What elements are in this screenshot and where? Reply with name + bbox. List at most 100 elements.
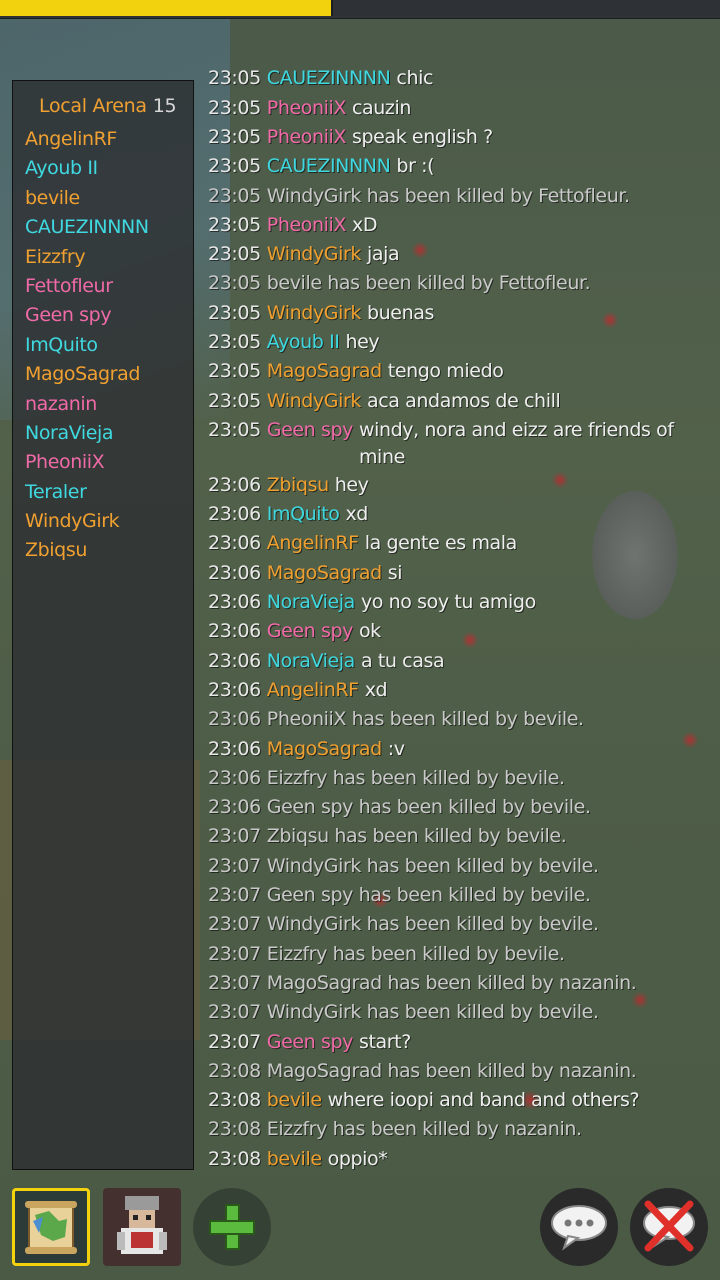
player-list-item[interactable]: CAUEZINNNN [25, 213, 193, 242]
chat-sender-name[interactable]: WindyGirk [267, 299, 362, 328]
chat-sender-name[interactable]: Geen spy [267, 1028, 354, 1057]
chat-message-text: jaja [366, 243, 400, 266]
chat-message-text: Eizzfry has been killed by bevile. [266, 766, 565, 789]
chat-message-text: WindyGirk has been killed by bevile. [266, 854, 599, 877]
chat-message-text: si [387, 561, 403, 584]
chat-system-message: 23:05 WindyGirk has been killed by Fettof… [208, 182, 708, 211]
chat-sender-name[interactable]: Zbiqsu [267, 471, 329, 500]
chat-timestamp: 23:08 [208, 1147, 261, 1170]
chat-sender-name[interactable]: bevile [267, 1145, 322, 1174]
chat-message: 23:06 AngelinRF la gente es mala [208, 529, 708, 558]
chat-timestamp: 23:07 [208, 942, 261, 965]
chat-timestamp: 23:06 [208, 503, 261, 526]
chat-timestamp: 23:05 [208, 213, 261, 236]
character-portrait-icon [117, 1196, 167, 1254]
player-list-item[interactable]: ImQuito [25, 331, 193, 360]
character-button[interactable] [103, 1188, 181, 1266]
chat-sender-name[interactable]: Ayoub II [267, 328, 340, 357]
chat-timestamp: 23:07 [208, 854, 261, 877]
chat-message-text: chic [396, 67, 434, 90]
chat-system-message: 23:07 WindyGirk has been killed by bevile… [208, 852, 708, 881]
chat-message: 23:05 WindyGirk buenas [208, 299, 708, 328]
chat-sender-name[interactable]: CAUEZINNNN [267, 152, 391, 181]
chat-sender-name[interactable]: MagoSagrad [267, 357, 382, 386]
chat-toggle-button[interactable] [540, 1188, 618, 1266]
chat-message: 23:08 bevile where ioopi and band and othe… [208, 1086, 708, 1115]
chat-timestamp: 23:07 [208, 1001, 261, 1024]
top-progress-bar [0, 0, 720, 19]
muted-chat-icon [643, 1200, 695, 1252]
chat-message-text: la gente es mala [364, 532, 518, 555]
player-list-item[interactable]: Geen spy [25, 301, 193, 330]
chat-sender-name[interactable]: bevile [267, 1086, 322, 1115]
chat-timestamp: 23:08 [208, 1118, 261, 1141]
player-list-item[interactable]: Ayoub II [25, 154, 193, 183]
chat-message-text: where ioopi and band and others? [327, 1089, 640, 1112]
player-list-item[interactable]: Fettofleur [25, 272, 193, 301]
chat-sender-name[interactable]: WindyGirk [267, 387, 362, 416]
chat-message: 23:05 WindyGirk aca andamos de chill [208, 387, 708, 416]
chat-message-text: WindyGirk has been killed by bevile. [266, 1001, 599, 1024]
chat-sender-name[interactable]: AngelinRF [267, 529, 359, 558]
player-list-item[interactable]: Teraler [25, 478, 193, 507]
player-list-item[interactable]: PheoniiX [25, 448, 193, 477]
player-list-item[interactable]: bevile [25, 184, 193, 213]
chat-message-text: yo no soy tu amigo [360, 591, 536, 614]
chat-sender-name[interactable]: CAUEZINNNN [267, 66, 391, 94]
chat-message-text: bevile has been killed by Fettofleur. [266, 272, 591, 295]
chat-timestamp: 23:06 [208, 708, 261, 731]
chat-system-message: 23:08 Eizzfry has been killed by nazanin. [208, 1115, 708, 1144]
chat-log[interactable]: 23:05 CAUEZINNNN chic 23:05 PheoniiX cauzin 23… [208, 66, 708, 1174]
chat-message-text: speak english ? [352, 125, 493, 148]
chat-message-text: hey [334, 473, 369, 496]
chat-message-text: Geen spy has been killed by bevile. [266, 796, 591, 819]
chat-message: 23:06 Zbiqsu hey [208, 471, 708, 500]
chat-timestamp: 23:05 [208, 418, 261, 441]
player-list-item[interactable]: AngelinRF [25, 125, 193, 154]
player-list-item[interactable]: NoraVieja [25, 419, 193, 448]
chat-sender-name[interactable]: MagoSagrad [267, 735, 382, 764]
chat-timestamp: 23:05 [208, 360, 261, 383]
chat-message-text: oppio* [327, 1147, 388, 1170]
player-list-item[interactable]: Eizzfry [25, 243, 193, 272]
mute-chat-button[interactable] [630, 1188, 708, 1266]
chat-sender-name[interactable]: NoraVieja [267, 588, 356, 617]
chat-message: 23:06 NoraVieja a tu casa [208, 647, 708, 676]
chat-sender-name[interactable]: Geen spy [267, 416, 354, 471]
chat-message: 23:06 AngelinRF xd [208, 676, 708, 705]
chat-sender-name[interactable]: AngelinRF [267, 676, 359, 705]
chat-message-text: tengo miedo [387, 360, 504, 383]
chat-sender-name[interactable]: WindyGirk [267, 240, 362, 269]
chat-timestamp: 23:05 [208, 184, 261, 207]
add-button[interactable] [193, 1188, 271, 1266]
chat-sender-name[interactable]: NoraVieja [267, 647, 356, 676]
chat-message: 23:07 Geen spy start? [208, 1028, 708, 1057]
arena-title: Local Arena [39, 95, 147, 117]
chat-message: 23:05 Ayoub II hey [208, 328, 708, 357]
chat-timestamp: 23:05 [208, 96, 261, 119]
player-list-item[interactable]: Zbiqsu [25, 536, 193, 565]
chat-timestamp: 23:05 [208, 389, 261, 412]
chat-sender-name[interactable]: PheoniiX [267, 211, 347, 240]
chat-sender-name[interactable]: ImQuito [267, 500, 340, 529]
chat-message: 23:06 MagoSagrad:v [208, 735, 708, 764]
chat-timestamp: 23:06 [208, 561, 261, 584]
chat-timestamp: 23:05 [208, 330, 261, 353]
chat-message-text: br :( [396, 155, 435, 178]
map-button[interactable] [12, 1188, 90, 1266]
top-progress-fill [0, 0, 334, 16]
player-list-item[interactable]: nazanin [25, 390, 193, 419]
chat-system-message: 23:07 Geen spy has been killed by bevile. [208, 881, 708, 910]
chat-sender-name[interactable]: Geen spy [267, 617, 354, 646]
chat-system-message: 23:07 WindyGirk has been killed by bevile… [208, 998, 708, 1027]
chat-timestamp: 23:06 [208, 678, 261, 701]
chat-sender-name[interactable]: PheoniiX [267, 123, 347, 152]
chat-sender-name[interactable]: MagoSagrad [267, 559, 382, 588]
player-list-item[interactable]: WindyGirk [25, 507, 193, 536]
chat-sender-name[interactable]: PheoniiX [267, 94, 347, 123]
player-list-panel: Local Arena 15 AngelinRF Ayoub II bevile CA… [12, 80, 194, 1170]
player-list-item[interactable]: MagoSagrad [25, 360, 193, 389]
chat-message-text: :v [387, 737, 405, 760]
plus-icon [209, 1204, 255, 1250]
chat-message: 23:05 PheoniiX xD [208, 211, 708, 240]
